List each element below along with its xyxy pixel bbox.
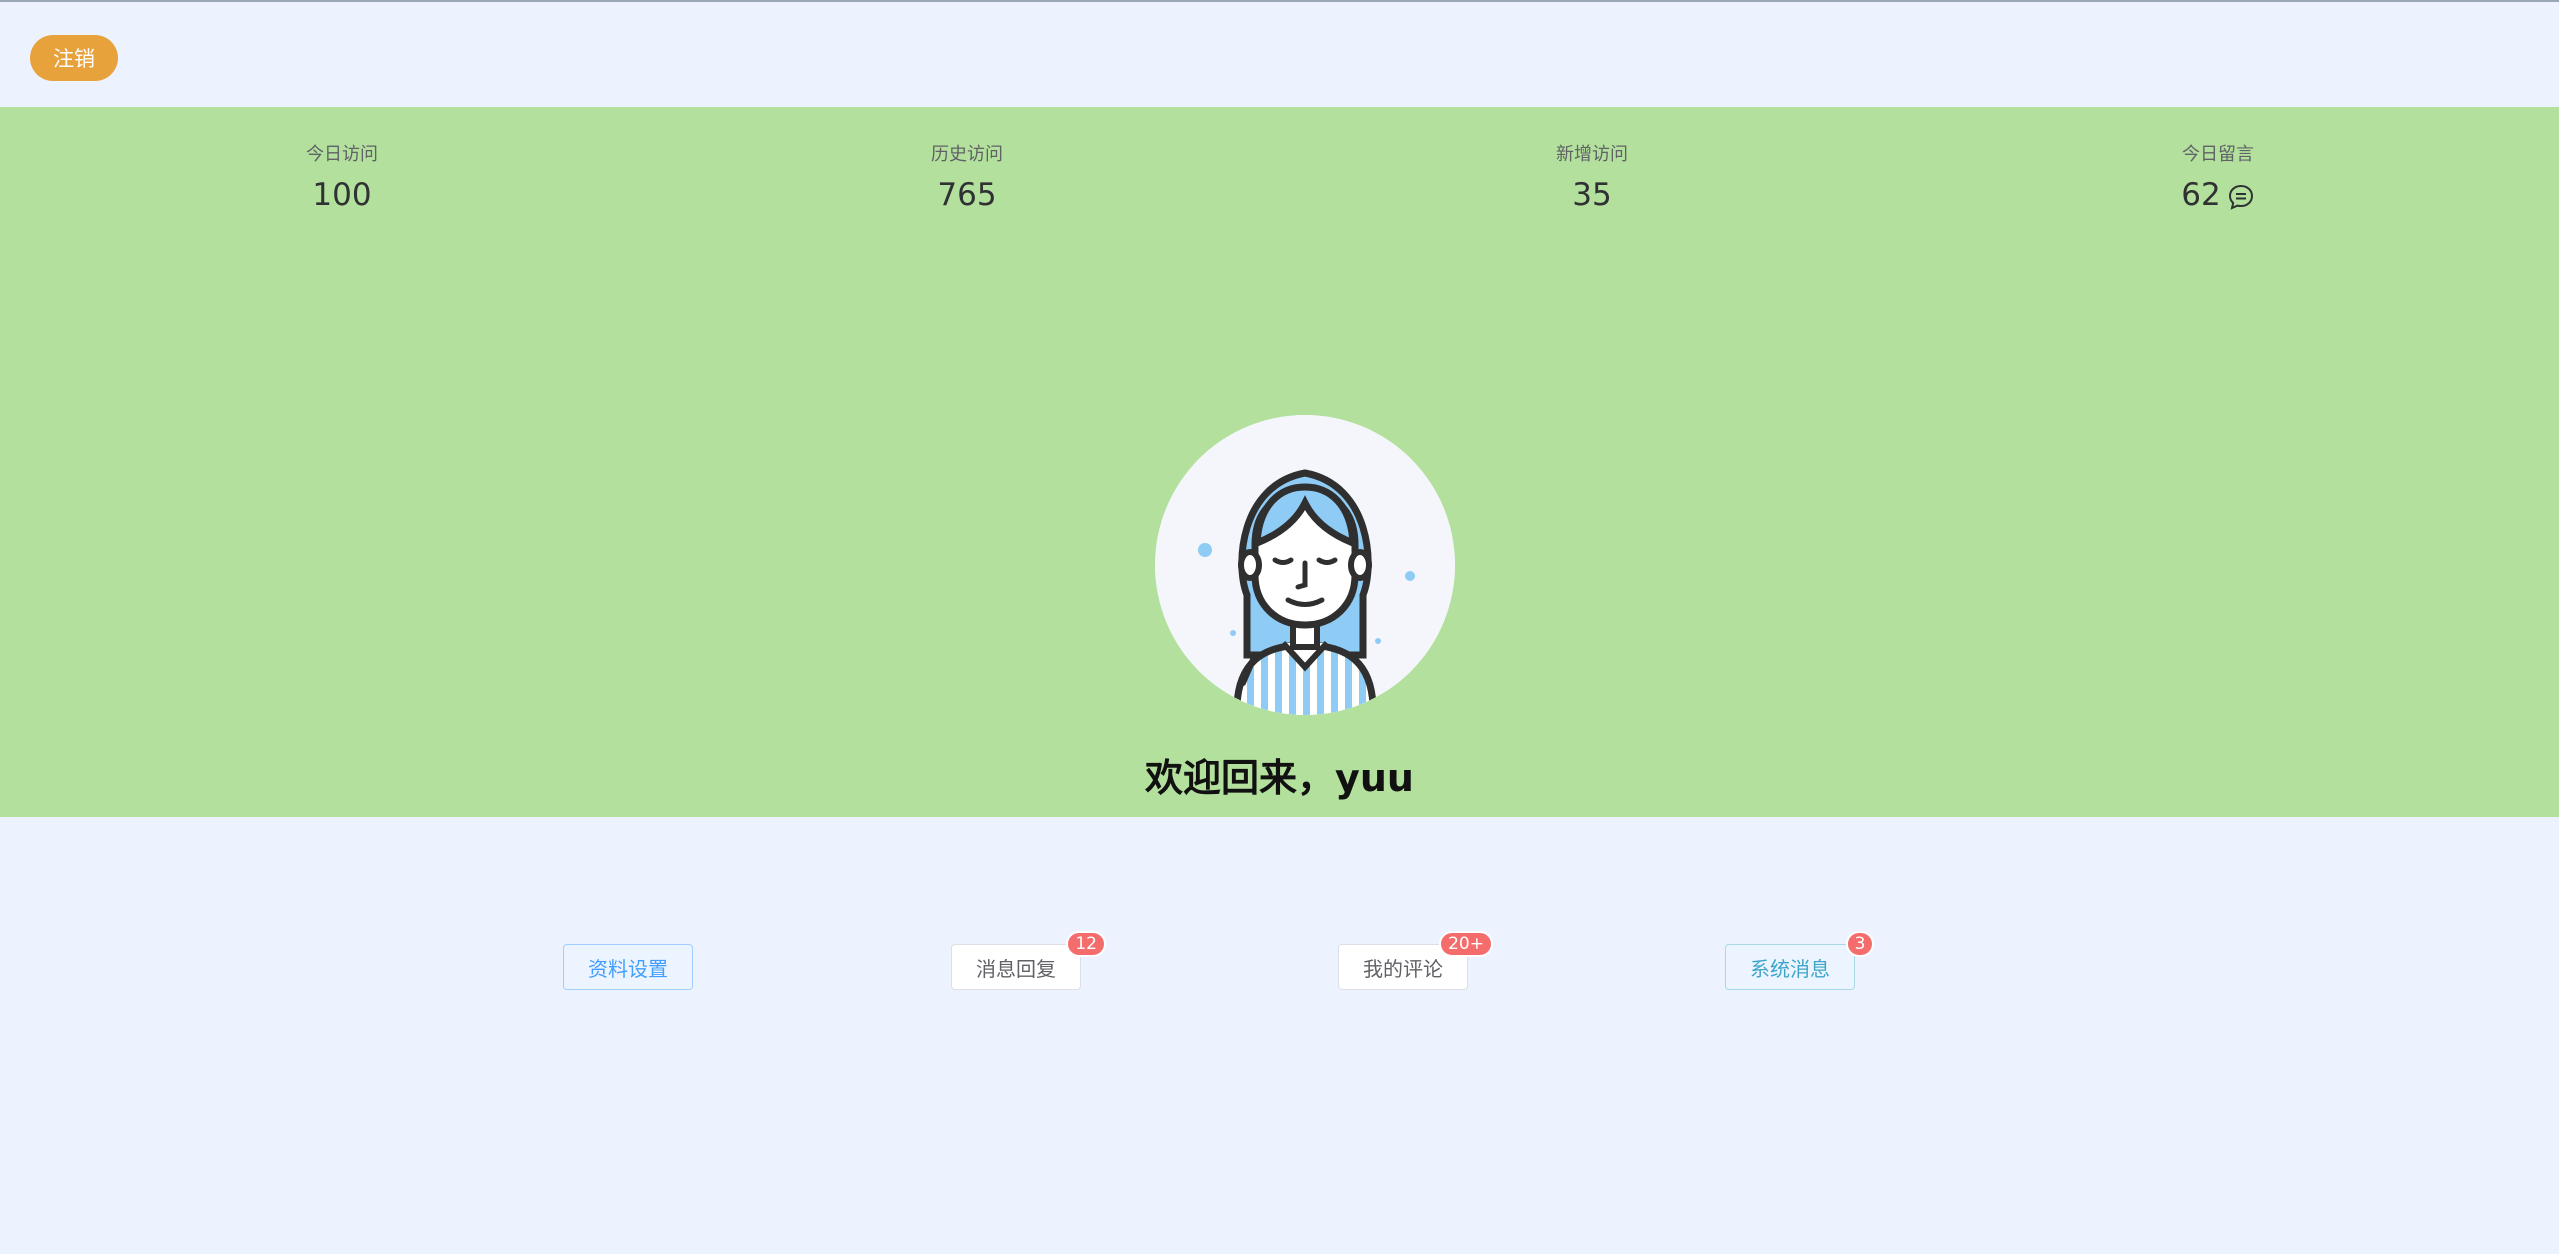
stat-number: 100 xyxy=(312,177,372,213)
stat-today-messages: 今日留言 62 xyxy=(2068,143,2368,215)
top-bar: 注销 xyxy=(0,2,2559,107)
stat-number: 35 xyxy=(1572,177,1612,213)
button-label: 资料设置 xyxy=(588,956,668,981)
logout-button[interactable]: 注销 xyxy=(30,35,118,81)
stat-value: 765 xyxy=(817,175,1117,215)
button-label: 我的评论 xyxy=(1363,956,1443,981)
stat-today-visits: 今日访问 100 xyxy=(192,143,492,215)
message-count-badge: 12 xyxy=(1066,931,1106,957)
button-label: 系统消息 xyxy=(1750,956,1830,981)
stat-label: 历史访问 xyxy=(931,144,1003,165)
system-messages-button[interactable]: 系统消息 3 xyxy=(1725,931,1874,990)
page: 注销 今日访问 100 历史访问 765 新增访问 35 今日留言 62 欢迎回… xyxy=(0,0,2559,1254)
stat-label: 新增访问 xyxy=(1556,144,1628,165)
profile-settings-button[interactable]: 资料设置 xyxy=(563,944,693,990)
stat-new-visits: 新增访问 35 xyxy=(1442,143,1742,215)
stat-label: 今日留言 xyxy=(2182,144,2254,165)
stat-history-visits: 历史访问 765 xyxy=(817,143,1117,215)
avatar[interactable] xyxy=(1155,415,1455,715)
stat-value: 62 xyxy=(2068,175,2368,215)
hero-panel: 今日访问 100 历史访问 765 新增访问 35 今日留言 62 欢迎回来，y… xyxy=(0,107,2559,817)
my-comments-button[interactable]: 我的评论 20+ xyxy=(1338,931,1493,990)
message-reply-button[interactable]: 消息回复 12 xyxy=(951,931,1106,990)
system-message-badge: 3 xyxy=(1846,931,1874,957)
stat-label: 今日访问 xyxy=(306,144,378,165)
welcome-message: 欢迎回来，yuu xyxy=(1145,756,1414,800)
button-label: 消息回复 xyxy=(976,956,1056,981)
stat-number: 765 xyxy=(937,177,997,213)
stat-value: 100 xyxy=(192,175,492,215)
woman-avatar-icon xyxy=(1155,415,1455,715)
comment-count-badge: 20+ xyxy=(1439,931,1493,957)
chat-bubble-icon xyxy=(2227,181,2255,210)
stat-value: 35 xyxy=(1442,175,1742,215)
stat-number: 62 xyxy=(2181,177,2221,213)
